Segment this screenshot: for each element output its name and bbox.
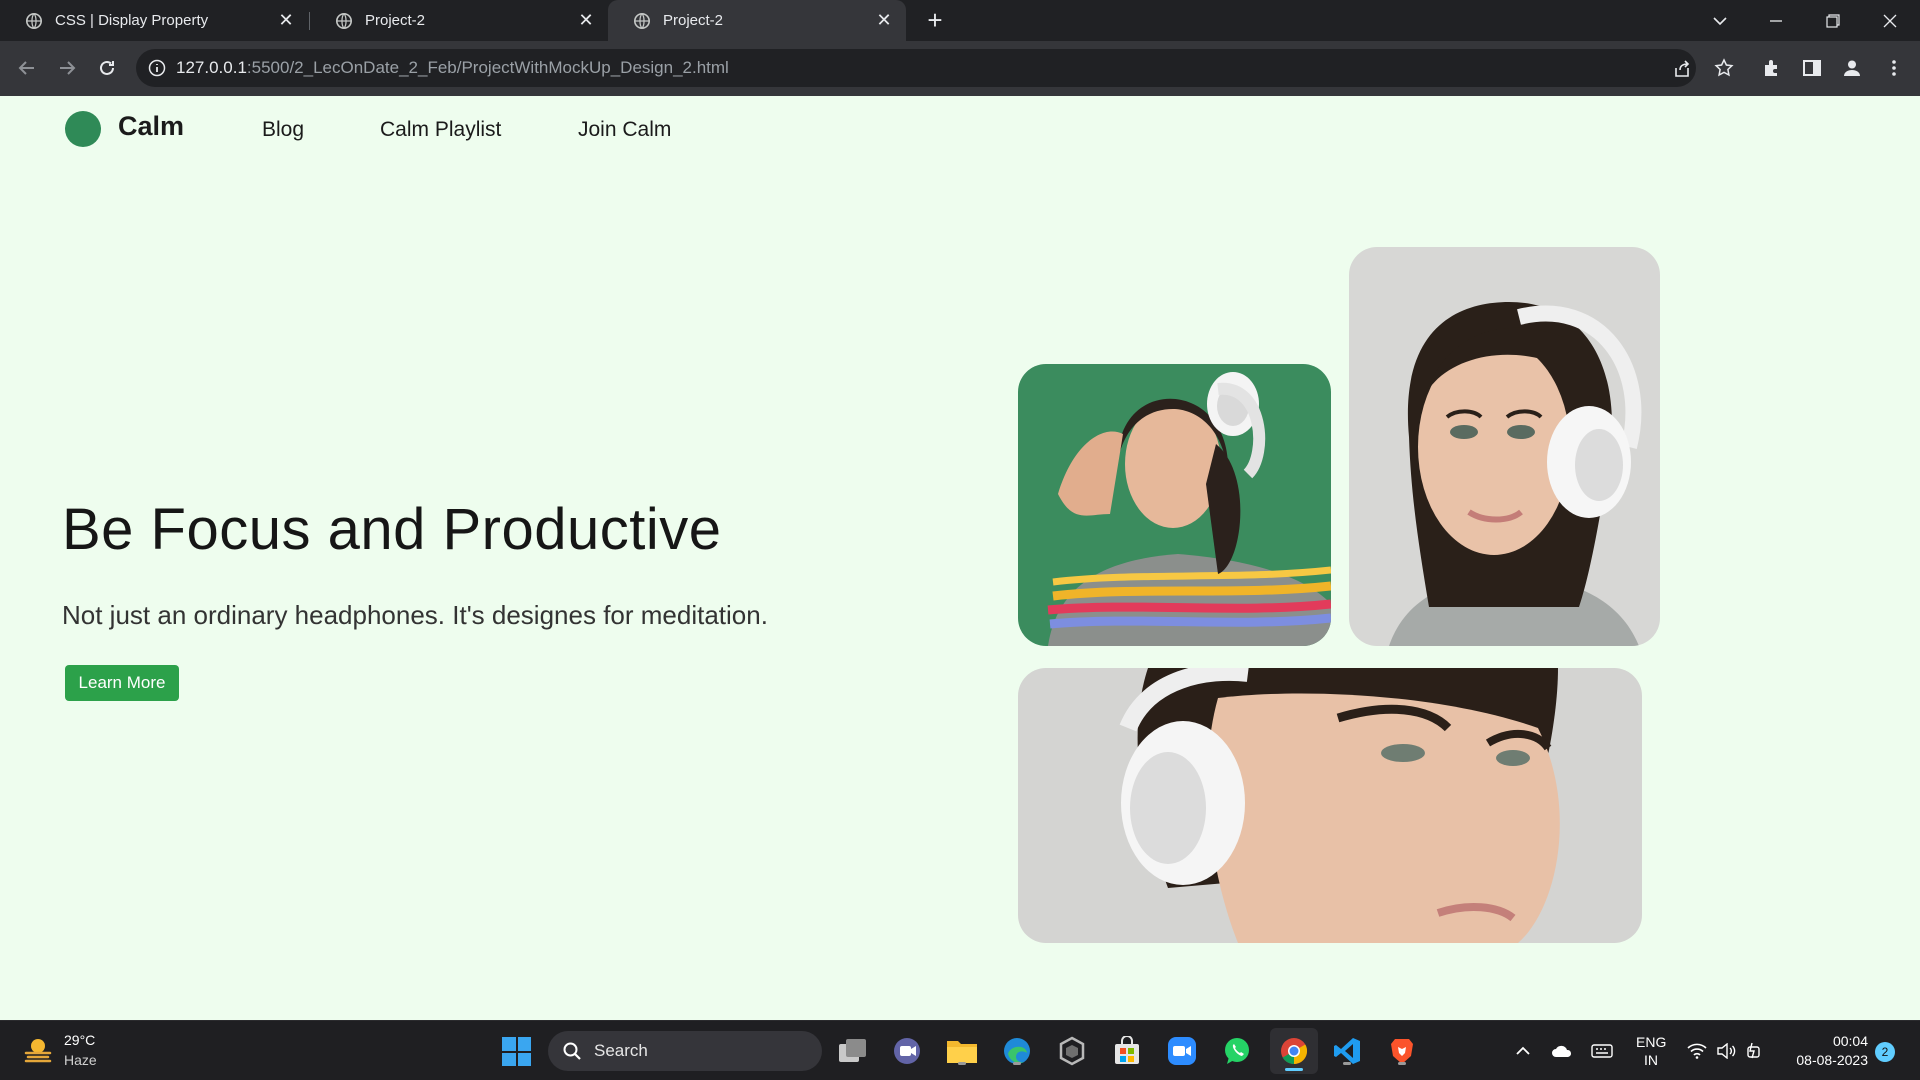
back-button[interactable]	[12, 53, 42, 83]
globe-icon	[25, 12, 43, 29]
logo-circle[interactable]	[65, 111, 101, 147]
microsoft-store-icon[interactable]	[1110, 1034, 1144, 1068]
url-host: 127.0.0.1	[176, 58, 247, 77]
weather-haze-icon[interactable]	[22, 1035, 54, 1067]
weather-temperature[interactable]: 29°C	[64, 1032, 95, 1048]
minimize-button[interactable]	[1748, 0, 1804, 41]
url-path: :5500/2_LecOnDate_2_Feb/ProjectWithMockU…	[246, 58, 729, 77]
close-tab-icon[interactable]: ✕	[876, 11, 892, 29]
system-clock[interactable]: 00:04 08-08-2023	[1784, 1032, 1868, 1070]
hero-image-portrait	[1349, 247, 1660, 646]
browser-tab-strip: CSS | Display Property ✕ Project-2 ✕ Pro…	[0, 0, 1920, 41]
dev-tool-icon[interactable]	[1055, 1034, 1089, 1068]
windows-taskbar: 29°C Haze Search ENG IN 00:04 08-08-2023…	[0, 1020, 1920, 1080]
tab-project-2-active[interactable]: Project-2 ✕	[608, 0, 906, 41]
extensions-icon[interactable]	[1762, 58, 1782, 78]
profile-icon[interactable]	[1842, 58, 1862, 78]
globe-icon	[633, 12, 651, 29]
edge-icon[interactable]	[1000, 1034, 1034, 1068]
chevron-up-icon[interactable]	[1512, 1040, 1534, 1062]
region-code: IN	[1644, 1052, 1658, 1068]
running-indicator	[1013, 1062, 1021, 1065]
active-indicator	[1285, 1068, 1303, 1071]
keyboard-icon[interactable]	[1591, 1040, 1613, 1062]
nav-calm-playlist[interactable]: Calm Playlist	[380, 118, 501, 142]
close-tab-icon[interactable]: ✕	[278, 11, 294, 29]
web-page: Calm Blog Calm Playlist Join Calm Be Foc…	[0, 96, 1920, 1020]
more-menu-icon[interactable]	[1884, 58, 1904, 78]
url-text[interactable]: 127.0.0.1:5500/2_LecOnDate_2_Feb/Project…	[176, 58, 729, 78]
language-indicator[interactable]: ENG IN	[1636, 1033, 1666, 1069]
nav-join-calm[interactable]: Join Calm	[578, 118, 671, 142]
vscode-icon[interactable]	[1330, 1034, 1364, 1068]
hero-image-closeup	[1018, 668, 1642, 943]
info-icon[interactable]	[148, 59, 166, 77]
chrome-icon[interactable]	[1270, 1028, 1318, 1074]
running-indicator	[958, 1062, 966, 1065]
hero-title: Be Focus and Productive	[62, 497, 722, 562]
running-indicator	[1343, 1062, 1351, 1065]
task-view-icon[interactable]	[836, 1034, 870, 1068]
arrow-left-icon	[18, 61, 34, 75]
side-panel-icon[interactable]	[1802, 58, 1822, 78]
wifi-icon[interactable]	[1686, 1040, 1708, 1062]
close-window-button[interactable]	[1862, 0, 1918, 41]
search-placeholder: Search	[594, 1041, 648, 1060]
file-explorer-icon[interactable]	[945, 1034, 979, 1068]
new-tab-button[interactable]: +	[922, 7, 948, 34]
tab-title: Project-2	[663, 12, 724, 29]
close-tab-icon[interactable]: ✕	[578, 11, 594, 29]
tab-title: CSS | Display Property	[55, 12, 209, 29]
reload-icon	[100, 60, 114, 75]
battery-icon[interactable]	[1744, 1040, 1766, 1062]
reload-button[interactable]	[92, 53, 122, 83]
tab-title: Project-2	[365, 12, 426, 29]
zoom-icon[interactable]	[1165, 1034, 1199, 1068]
search-icon	[563, 1042, 581, 1060]
address-bar[interactable]: 127.0.0.1:5500/2_LecOnDate_2_Feb/Project…	[136, 49, 1696, 87]
tab-project-2[interactable]: Project-2 ✕	[310, 0, 608, 41]
share-icon[interactable]	[1672, 59, 1692, 79]
hero-subtitle: Not just an ordinary headphones. It's de…	[62, 600, 768, 630]
teams-chat-icon[interactable]	[890, 1034, 924, 1068]
hero-image-green	[1018, 364, 1331, 646]
notification-badge[interactable]: 2	[1875, 1042, 1895, 1062]
globe-icon	[335, 12, 353, 29]
learn-more-button[interactable]: Learn More	[65, 665, 179, 701]
brave-icon[interactable]	[1385, 1034, 1419, 1068]
taskbar-search[interactable]: Search	[548, 1031, 822, 1071]
arrow-right-icon	[60, 61, 76, 75]
browser-toolbar: 127.0.0.1:5500/2_LecOnDate_2_Feb/Project…	[0, 41, 1920, 96]
windows-start-icon[interactable]	[502, 1037, 531, 1066]
star-icon[interactable]	[1714, 58, 1734, 78]
language-code: ENG	[1636, 1034, 1667, 1050]
clock-date: 08-08-2023	[1796, 1052, 1868, 1068]
clock-time: 00:04	[1832, 1033, 1868, 1049]
forward-button[interactable]	[52, 53, 82, 83]
volume-icon[interactable]	[1715, 1040, 1737, 1062]
tab-css-display-property[interactable]: CSS | Display Property ✕	[0, 0, 308, 41]
logo-text[interactable]: Calm	[118, 111, 184, 142]
nav-blog[interactable]: Blog	[262, 118, 304, 142]
restore-button[interactable]	[1805, 0, 1861, 41]
running-indicator	[1398, 1062, 1406, 1065]
weather-description[interactable]: Haze	[64, 1052, 97, 1068]
whatsapp-icon[interactable]	[1220, 1034, 1254, 1068]
onedrive-cloud-icon[interactable]	[1551, 1040, 1573, 1062]
tab-search-chevron-icon[interactable]	[1692, 0, 1748, 41]
